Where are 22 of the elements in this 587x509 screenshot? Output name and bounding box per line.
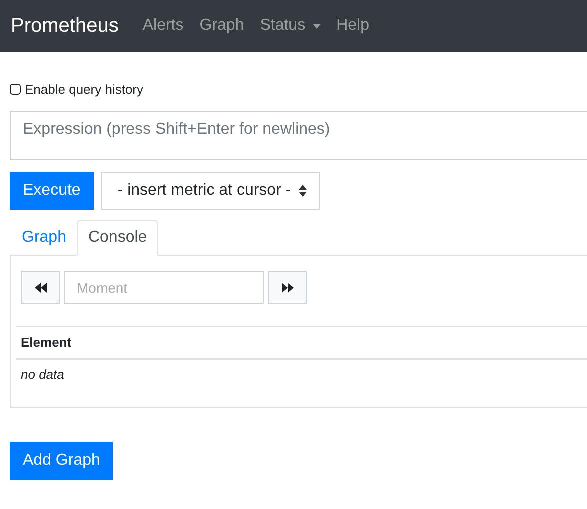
nav-link[interactable]: Alerts: [142, 17, 184, 35]
moment-field[interactable]: Moment: [64, 271, 264, 304]
rewind-button[interactable]: [21, 271, 60, 304]
column-header: Element: [21, 335, 72, 350]
caret-icon: [312, 24, 321, 28]
tab[interactable]: Graph: [11, 220, 78, 256]
nav-link[interactable]: Help: [336, 17, 370, 35]
metric-select[interactable]: - insert metric at cursor -: [100, 172, 320, 210]
fast-forward-button[interactable]: [268, 271, 307, 304]
sort-caret-icon: [299, 185, 308, 197]
brand-link[interactable]: Prometheus: [11, 14, 119, 38]
checkbox-label: Enable query history: [25, 82, 144, 97]
expression-field[interactable]: Expression (press Shift+Enter for newlines): [10, 111, 587, 160]
empty-message: no data: [21, 367, 64, 382]
execute-button[interactable]: Execute: [10, 172, 94, 210]
rewind-icon: [34, 282, 46, 292]
add-graph-button[interactable]: Add Graph: [10, 442, 114, 480]
tab[interactable]: Console: [77, 220, 158, 256]
checkbox[interactable]: [10, 84, 21, 95]
nav-link[interactable]: Graph: [200, 17, 244, 35]
fast-forward-icon: [282, 282, 294, 292]
nav-dropdown[interactable]: Status: [260, 17, 321, 35]
